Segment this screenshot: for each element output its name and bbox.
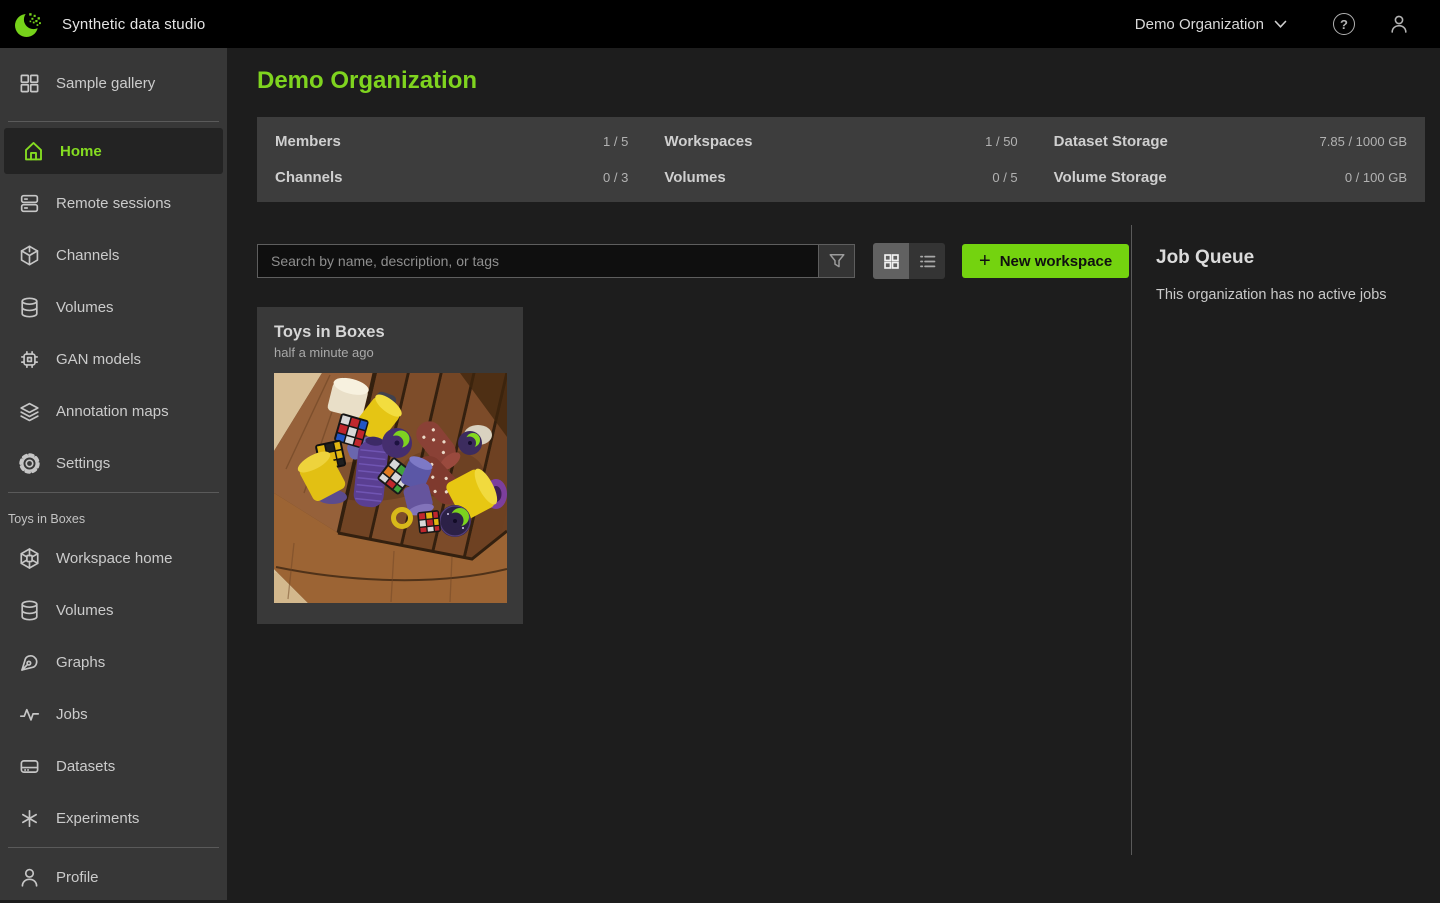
stat-label: Dataset Storage [1054,133,1168,150]
workspace-thumbnail [274,373,507,603]
sidebar-item-jobs[interactable]: Jobs [0,688,227,740]
sidebar-item-workspace-home[interactable]: Workspace home [0,532,227,584]
sidebar-item-channels[interactable]: Channels [0,229,227,281]
sidebar-item-profile[interactable]: Profile [0,851,227,903]
sidebar-item-label: Datasets [56,758,115,775]
profile-icon[interactable] [1387,12,1411,36]
sidebar-item-label: Volumes [56,602,114,619]
org-selector-label: Demo Organization [1135,16,1264,33]
page-title: Demo Organization [257,67,477,95]
workspace-card[interactable]: Toys in Boxes half a minute ago [257,307,523,624]
stat-value: 0 / 3 [603,170,628,185]
help-icon[interactable]: ? [1333,13,1355,35]
workspace-card-timestamp: half a minute ago [274,345,506,360]
help-glyph: ? [1340,17,1348,32]
workspace-toolbar: + New workspace [257,243,1129,279]
sidebar-divider [8,121,219,122]
stat-value: 0 / 5 [992,170,1017,185]
sidebar: Sample gallery Home Remote sessions [0,48,227,900]
stat-channels: Channels 0 / 3 [257,160,646,197]
job-queue-empty-message: This organization has no active jobs [1156,287,1440,303]
cube-icon [17,243,42,268]
sidebar-item-datasets[interactable]: Datasets [0,740,227,792]
grid-view-icon [881,251,902,272]
sidebar-item-label: Experiments [56,810,139,827]
sidebar-item-sample-gallery[interactable]: Sample gallery [0,48,227,118]
stat-value: 0 / 100 GB [1345,170,1407,185]
sidebar-item-ws-volumes[interactable]: Volumes [0,584,227,636]
pen-nib-icon [17,650,42,675]
database-icon [17,295,42,320]
job-queue-panel: Job Queue This organization has no activ… [1131,225,1440,855]
sidebar-item-label: Profile [56,869,99,886]
sidebar-item-experiments[interactable]: Experiments [0,792,227,844]
sidebar-item-graphs[interactable]: Graphs [0,636,227,688]
sidebar-item-label: Annotation maps [56,403,169,420]
app-title: Synthetic data studio [62,16,205,33]
sidebar-item-label: Volumes [56,299,114,316]
sidebar-item-label: Graphs [56,654,105,671]
person-icon [17,865,42,890]
funnel-icon [826,250,848,272]
stat-members: Members 1 / 5 [257,123,646,160]
sidebar-item-label: Channels [56,247,119,264]
sidebar-item-label: Workspace home [56,550,172,567]
stat-value: 1 / 50 [985,134,1018,149]
main-content: Demo Organization Members 1 / 5 Workspac… [227,48,1440,900]
sidebar-item-remote-sessions[interactable]: Remote sessions [0,177,227,229]
hexagon-box-icon [17,546,42,571]
stat-label: Channels [275,169,343,186]
stat-volume-storage: Volume Storage 0 / 100 GB [1036,160,1425,197]
grid-view-button[interactable] [873,243,909,279]
view-toggle-group [873,243,945,279]
stat-label: Volume Storage [1054,169,1167,186]
gear-icon [17,451,42,476]
job-queue-title: Job Queue [1156,247,1440,269]
layers-icon [17,399,42,424]
sidebar-item-settings[interactable]: Settings [0,437,227,489]
dataset-drive-icon [17,754,42,779]
sidebar-item-volumes[interactable]: Volumes [0,281,227,333]
new-workspace-button[interactable]: + New workspace [962,244,1129,278]
org-stats-panel: Members 1 / 5 Workspaces 1 / 50 Dataset … [257,117,1425,202]
plus-icon: + [979,251,991,271]
chip-icon [17,347,42,372]
stat-label: Workspaces [664,133,752,150]
sidebar-item-annotation-maps[interactable]: Annotation maps [0,385,227,437]
stat-volumes: Volumes 0 / 5 [646,160,1035,197]
list-view-button[interactable] [909,243,945,279]
list-view-icon [917,251,938,272]
stat-workspaces: Workspaces 1 / 50 [646,123,1035,160]
app-logo-icon [13,8,45,40]
stat-label: Volumes [664,169,725,186]
workspace-section-label: Toys in Boxes [0,496,227,532]
sidebar-divider [8,847,219,848]
stat-value: 7.85 / 1000 GB [1320,134,1407,149]
search-input[interactable] [257,244,819,278]
workspace-card-title: Toys in Boxes [274,323,506,342]
sidebar-item-label: Sample gallery [56,75,155,92]
stat-dataset-storage: Dataset Storage 7.85 / 1000 GB [1036,123,1425,160]
server-icon [17,191,42,216]
sidebar-item-gan-models[interactable]: GAN models [0,333,227,385]
sidebar-item-label: GAN models [56,351,141,368]
stat-label: Members [275,133,341,150]
sidebar-divider [8,492,219,493]
sidebar-item-label: Jobs [56,706,88,723]
stat-value: 1 / 5 [603,134,628,149]
sidebar-item-home[interactable]: Home [4,128,223,174]
sidebar-item-label: Home [60,143,102,160]
org-selector[interactable]: Demo Organization [1135,16,1287,33]
activity-pulse-icon [17,702,42,727]
filter-button[interactable] [819,244,855,278]
home-icon [21,139,46,164]
topbar: Synthetic data studio Demo Organization … [0,0,1440,48]
database-icon [17,598,42,623]
sidebar-item-label: Settings [56,455,110,472]
sidebar-item-label: Remote sessions [56,195,171,212]
chevron-down-icon [1274,20,1287,29]
asterisk-icon [17,806,42,831]
grid-gallery-icon [17,71,42,96]
